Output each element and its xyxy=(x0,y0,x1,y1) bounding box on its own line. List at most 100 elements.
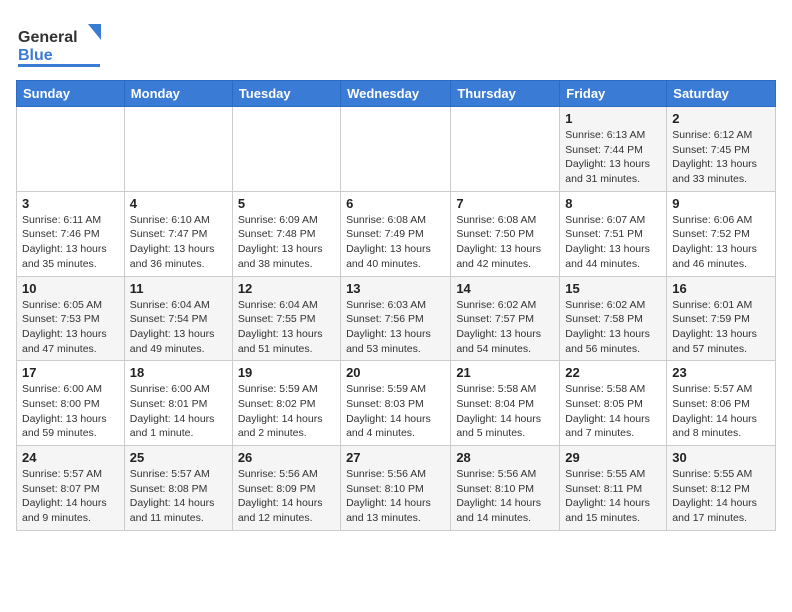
calendar-cell xyxy=(451,107,560,192)
calendar-cell: 21 Sunrise: 5:58 AMSunset: 8:04 PMDayligh… xyxy=(451,361,560,446)
weekday-header-tuesday: Tuesday xyxy=(232,81,340,107)
day-number: 20 xyxy=(346,365,445,380)
day-number: 10 xyxy=(22,281,119,296)
calendar-cell: 7 Sunrise: 6:08 AMSunset: 7:50 PMDaylight… xyxy=(451,191,560,276)
day-number: 14 xyxy=(456,281,554,296)
day-info: Sunrise: 6:07 AMSunset: 7:51 PMDaylight:… xyxy=(565,213,661,272)
logo: General Blue xyxy=(16,20,101,72)
day-number: 3 xyxy=(22,196,119,211)
day-number: 4 xyxy=(130,196,227,211)
svg-text:General: General xyxy=(18,29,78,46)
weekday-header-wednesday: Wednesday xyxy=(341,81,451,107)
day-info: Sunrise: 6:11 AMSunset: 7:46 PMDaylight:… xyxy=(22,213,119,272)
day-number: 26 xyxy=(238,450,335,465)
day-number: 8 xyxy=(565,196,661,211)
day-info: Sunrise: 5:55 AMSunset: 8:11 PMDaylight:… xyxy=(565,467,661,526)
calendar-cell: 4 Sunrise: 6:10 AMSunset: 7:47 PMDaylight… xyxy=(124,191,232,276)
calendar-cell xyxy=(232,107,340,192)
calendar-cell: 6 Sunrise: 6:08 AMSunset: 7:49 PMDaylight… xyxy=(341,191,451,276)
calendar-cell xyxy=(341,107,451,192)
day-number: 23 xyxy=(672,365,770,380)
calendar-cell: 25 Sunrise: 5:57 AMSunset: 8:08 PMDayligh… xyxy=(124,446,232,531)
day-info: Sunrise: 6:08 AMSunset: 7:50 PMDaylight:… xyxy=(456,213,554,272)
weekday-header-sunday: Sunday xyxy=(17,81,125,107)
calendar-cell: 8 Sunrise: 6:07 AMSunset: 7:51 PMDaylight… xyxy=(560,191,667,276)
calendar-cell: 5Sunrise: 6:09 AMSunset: 7:48 PMDaylight… xyxy=(232,191,340,276)
day-info: Sunrise: 6:05 AMSunset: 7:53 PMDaylight:… xyxy=(22,298,119,357)
day-info: Sunrise: 5:57 AMSunset: 8:06 PMDaylight:… xyxy=(672,382,770,441)
calendar-cell: 9 Sunrise: 6:06 AMSunset: 7:52 PMDaylight… xyxy=(667,191,776,276)
calendar-cell: 27 Sunrise: 5:56 AMSunset: 8:10 PMDayligh… xyxy=(341,446,451,531)
calendar-header: SundayMondayTuesdayWednesdayThursdayFrid… xyxy=(17,81,776,107)
day-info: Sunrise: 5:57 AMSunset: 8:07 PMDaylight:… xyxy=(22,467,119,526)
day-number: 11 xyxy=(130,281,227,296)
day-number: 27 xyxy=(346,450,445,465)
day-info: Sunrise: 5:56 AMSunset: 8:10 PMDaylight:… xyxy=(456,467,554,526)
day-info: Sunrise: 5:55 AMSunset: 8:12 PMDaylight:… xyxy=(672,467,770,526)
day-number: 12 xyxy=(238,281,335,296)
day-info: Sunrise: 5:58 AMSunset: 8:04 PMDaylight:… xyxy=(456,382,554,441)
calendar-cell: 23 Sunrise: 5:57 AMSunset: 8:06 PMDayligh… xyxy=(667,361,776,446)
day-info: Sunrise: 5:57 AMSunset: 8:08 PMDaylight:… xyxy=(130,467,227,526)
day-number: 29 xyxy=(565,450,661,465)
day-info: Sunrise: 6:00 AMSunset: 8:01 PMDaylight:… xyxy=(130,382,227,441)
day-number: 6 xyxy=(346,196,445,211)
day-number: 30 xyxy=(672,450,770,465)
calendar-cell: 26Sunrise: 5:56 AMSunset: 8:09 PMDayligh… xyxy=(232,446,340,531)
calendar-week-5: 24 Sunrise: 5:57 AMSunset: 8:07 PMDayligh… xyxy=(17,446,776,531)
day-number: 9 xyxy=(672,196,770,211)
calendar-cell: 10 Sunrise: 6:05 AMSunset: 7:53 PMDayligh… xyxy=(17,276,125,361)
day-number: 22 xyxy=(565,365,661,380)
weekday-header-monday: Monday xyxy=(124,81,232,107)
calendar-cell: 13Sunrise: 6:03 AMSunset: 7:56 PMDayligh… xyxy=(341,276,451,361)
calendar-cell: 12 Sunrise: 6:04 AMSunset: 7:55 PMDayligh… xyxy=(232,276,340,361)
day-number: 16 xyxy=(672,281,770,296)
calendar-cell: 11 Sunrise: 6:04 AMSunset: 7:54 PMDayligh… xyxy=(124,276,232,361)
day-info: Sunrise: 5:56 AMSunset: 8:10 PMDaylight:… xyxy=(346,467,445,526)
day-info: Sunrise: 5:58 AMSunset: 8:05 PMDaylight:… xyxy=(565,382,661,441)
day-info: Sunrise: 5:59 AMSunset: 8:02 PMDaylight:… xyxy=(238,382,335,441)
day-number: 5 xyxy=(238,196,335,211)
calendar-cell: 22 Sunrise: 5:58 AMSunset: 8:05 PMDayligh… xyxy=(560,361,667,446)
calendar-cell: 17 Sunrise: 6:00 AMSunset: 8:00 PMDayligh… xyxy=(17,361,125,446)
calendar-week-1: 1 Sunrise: 6:13 AMSunset: 7:44 PMDaylight… xyxy=(17,107,776,192)
day-info: Sunrise: 6:10 AMSunset: 7:47 PMDaylight:… xyxy=(130,213,227,272)
weekday-header-row: SundayMondayTuesdayWednesdayThursdayFrid… xyxy=(17,81,776,107)
calendar-cell xyxy=(17,107,125,192)
day-info: Sunrise: 6:02 AMSunset: 7:58 PMDaylight:… xyxy=(565,298,661,357)
calendar-body: 1 Sunrise: 6:13 AMSunset: 7:44 PMDaylight… xyxy=(17,107,776,531)
day-number: 2 xyxy=(672,111,770,126)
day-number: 1 xyxy=(565,111,661,126)
weekday-header-thursday: Thursday xyxy=(451,81,560,107)
calendar-cell xyxy=(124,107,232,192)
day-number: 17 xyxy=(22,365,119,380)
day-info: Sunrise: 6:02 AMSunset: 7:57 PMDaylight:… xyxy=(456,298,554,357)
day-number: 13 xyxy=(346,281,445,296)
day-info: Sunrise: 6:04 AMSunset: 7:55 PMDaylight:… xyxy=(238,298,335,357)
day-number: 21 xyxy=(456,365,554,380)
day-number: 25 xyxy=(130,450,227,465)
calendar-cell: 29 Sunrise: 5:55 AMSunset: 8:11 PMDayligh… xyxy=(560,446,667,531)
day-number: 19 xyxy=(238,365,335,380)
calendar-cell: 24 Sunrise: 5:57 AMSunset: 8:07 PMDayligh… xyxy=(17,446,125,531)
day-info: Sunrise: 6:13 AMSunset: 7:44 PMDaylight:… xyxy=(565,128,661,187)
day-number: 15 xyxy=(565,281,661,296)
calendar-cell: 19 Sunrise: 5:59 AMSunset: 8:02 PMDayligh… xyxy=(232,361,340,446)
day-info: Sunrise: 6:12 AMSunset: 7:45 PMDaylight:… xyxy=(672,128,770,187)
day-number: 24 xyxy=(22,450,119,465)
day-info: Sunrise: 6:04 AMSunset: 7:54 PMDaylight:… xyxy=(130,298,227,357)
day-info: Sunrise: 6:06 AMSunset: 7:52 PMDaylight:… xyxy=(672,213,770,272)
page-header: General Blue xyxy=(16,16,776,72)
calendar-cell: 30 Sunrise: 5:55 AMSunset: 8:12 PMDayligh… xyxy=(667,446,776,531)
calendar-cell: 20Sunrise: 5:59 AMSunset: 8:03 PMDayligh… xyxy=(341,361,451,446)
day-info: Sunrise: 6:01 AMSunset: 7:59 PMDaylight:… xyxy=(672,298,770,357)
day-info: Sunrise: 6:08 AMSunset: 7:49 PMDaylight:… xyxy=(346,213,445,272)
day-number: 7 xyxy=(456,196,554,211)
day-info: Sunrise: 6:00 AMSunset: 8:00 PMDaylight:… xyxy=(22,382,119,441)
day-number: 18 xyxy=(130,365,227,380)
weekday-header-friday: Friday xyxy=(560,81,667,107)
calendar-cell: 16 Sunrise: 6:01 AMSunset: 7:59 PMDayligh… xyxy=(667,276,776,361)
calendar-cell: 28Sunrise: 5:56 AMSunset: 8:10 PMDayligh… xyxy=(451,446,560,531)
calendar-cell: 2 Sunrise: 6:12 AMSunset: 7:45 PMDaylight… xyxy=(667,107,776,192)
weekday-header-saturday: Saturday xyxy=(667,81,776,107)
